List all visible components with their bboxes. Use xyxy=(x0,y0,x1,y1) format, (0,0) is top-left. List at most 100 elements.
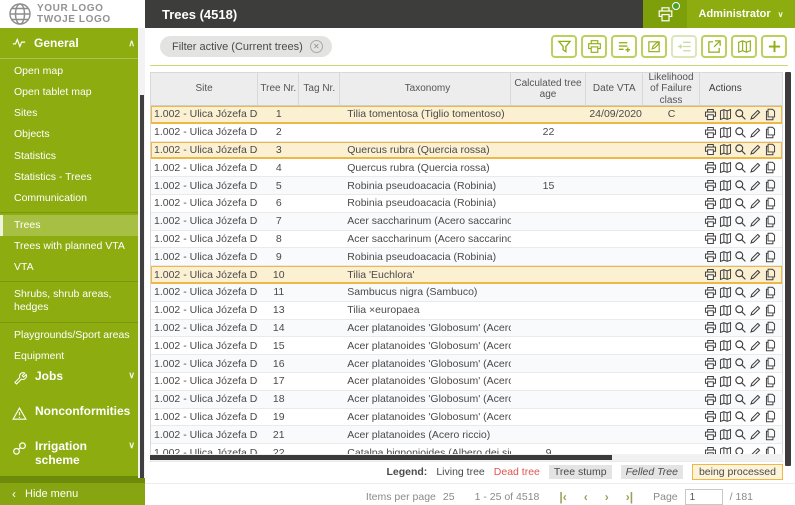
user-menu-button[interactable]: Administrator ∨ xyxy=(687,0,795,28)
table-row[interactable]: 1.002 - Ulica Józefa Dietla 21 Acer platan… xyxy=(151,426,782,445)
horizontal-scrollbar[interactable] xyxy=(150,454,783,461)
action-map-icon[interactable] xyxy=(719,250,732,263)
action-print-icon[interactable] xyxy=(704,321,717,334)
column-header-tag-nr-[interactable]: Tag Nr. xyxy=(299,73,341,105)
action-map-icon[interactable] xyxy=(719,428,732,441)
toolbar-filter-icon[interactable] xyxy=(551,35,577,58)
action-copy-icon[interactable] xyxy=(764,321,777,334)
table-row[interactable]: 1.002 - Ulica Józefa Dietla 10 Tilia 'Euch… xyxy=(151,266,782,284)
table-row[interactable]: 1.002 - Ulica Józefa Dietla 19 Acer platan… xyxy=(151,408,782,427)
column-header-actions[interactable]: Actions xyxy=(700,73,782,105)
action-copy-icon[interactable] xyxy=(764,375,777,388)
sidebar-item-open-map[interactable]: Open map xyxy=(0,61,138,82)
horizontal-scrollbar-thumb[interactable] xyxy=(150,455,613,460)
toolbar-add-row-icon[interactable] xyxy=(611,35,637,58)
action-pencil-icon[interactable] xyxy=(749,232,762,245)
action-zoom-icon[interactable] xyxy=(734,321,747,334)
action-map-icon[interactable] xyxy=(719,393,732,406)
table-row[interactable]: 1.002 - Ulica Józefa Dietla 3 Quercus rubr… xyxy=(151,141,782,160)
action-print-icon[interactable] xyxy=(704,108,717,121)
sidebar-item-statistics-trees[interactable]: Statistics - Trees xyxy=(0,167,138,188)
sidebar-item-sites[interactable]: Sites xyxy=(0,103,138,124)
action-map-icon[interactable] xyxy=(719,179,732,192)
table-row[interactable]: 1.002 - Ulica Józefa Dietla 6 Robinia pseu… xyxy=(151,194,782,213)
column-header-taxonomy[interactable]: Taxonomy xyxy=(340,73,511,105)
action-copy-icon[interactable] xyxy=(764,410,777,423)
sidebar-section-jobs[interactable]: Jobs ∨ xyxy=(0,362,145,397)
action-pencil-icon[interactable] xyxy=(749,410,762,423)
action-zoom-icon[interactable] xyxy=(734,339,747,352)
table-row[interactable]: 1.002 - Ulica Józefa Dietla 1 Tilia toment… xyxy=(151,106,782,124)
action-copy-icon[interactable] xyxy=(764,339,777,352)
action-zoom-icon[interactable] xyxy=(734,410,747,423)
items-per-page-value[interactable]: 25 xyxy=(443,491,455,503)
table-row[interactable]: 1.002 - Ulica Józefa Dietla 18 Acer platan… xyxy=(151,390,782,409)
action-zoom-icon[interactable] xyxy=(734,108,747,121)
action-map-icon[interactable] xyxy=(719,215,732,228)
column-header-date-vta[interactable]: Date VTA xyxy=(586,73,644,105)
action-pencil-icon[interactable] xyxy=(749,339,762,352)
table-row[interactable]: 1.002 - Ulica Józefa Dietla 9 Robinia pseu… xyxy=(151,248,782,267)
next-page-button[interactable]: › xyxy=(605,490,609,504)
toolbar-insert-row-icon[interactable] xyxy=(671,35,697,58)
action-copy-icon[interactable] xyxy=(764,143,777,156)
active-filter-chip[interactable]: Filter active (Current trees) ✕ xyxy=(160,36,332,57)
sidebar-item-shrubs-shrub-areas-hedges[interactable]: Shrubs, shrub areas, hedges xyxy=(0,284,138,318)
action-pencil-icon[interactable] xyxy=(749,321,762,334)
action-zoom-icon[interactable] xyxy=(734,143,747,156)
column-header-site[interactable]: Site xyxy=(151,73,259,105)
action-print-icon[interactable] xyxy=(704,357,717,370)
action-pencil-icon[interactable] xyxy=(749,126,762,139)
table-row[interactable]: 1.002 - Ulica Józefa Dietla 14 Acer platan… xyxy=(151,319,782,338)
sidebar-section-irrigation-scheme[interactable]: Irrigation scheme ∨ xyxy=(0,432,145,476)
action-zoom-icon[interactable] xyxy=(734,215,747,228)
table-row[interactable]: 1.002 - Ulica Józefa Dietla 8 Acer sacchar… xyxy=(151,230,782,249)
toolbar-export-icon[interactable] xyxy=(701,35,727,58)
table-row[interactable]: 1.002 - Ulica Józefa Dietla 15 Acer platan… xyxy=(151,337,782,356)
remove-filter-icon[interactable]: ✕ xyxy=(309,40,323,53)
table-row[interactable]: 1.002 - Ulica Józefa Dietla222 xyxy=(151,123,782,142)
table-row[interactable]: 1.002 - Ulica Józefa Dietla 4 Quercus rubr… xyxy=(151,159,782,178)
action-zoom-icon[interactable] xyxy=(734,126,747,139)
sidebar-item-open-tablet-map[interactable]: Open tablet map xyxy=(0,82,138,103)
action-map-icon[interactable] xyxy=(719,339,732,352)
action-pencil-icon[interactable] xyxy=(749,357,762,370)
action-print-icon[interactable] xyxy=(704,161,717,174)
sidebar-item-communication[interactable]: Communication xyxy=(0,188,138,209)
action-print-icon[interactable] xyxy=(704,410,717,423)
action-pencil-icon[interactable] xyxy=(749,161,762,174)
action-map-icon[interactable] xyxy=(719,321,732,334)
sidebar-item-statistics[interactable]: Statistics xyxy=(0,146,138,167)
action-map-icon[interactable] xyxy=(719,357,732,370)
action-print-icon[interactable] xyxy=(704,339,717,352)
action-map-icon[interactable] xyxy=(719,232,732,245)
action-print-icon[interactable] xyxy=(704,126,717,139)
action-pencil-icon[interactable] xyxy=(749,375,762,388)
action-print-icon[interactable] xyxy=(704,428,717,441)
action-pencil-icon[interactable] xyxy=(749,304,762,317)
action-map-icon[interactable] xyxy=(719,161,732,174)
last-page-button[interactable]: ›| xyxy=(626,490,633,504)
action-copy-icon[interactable] xyxy=(764,304,777,317)
hide-menu-button[interactable]: ‹ Hide menu xyxy=(0,476,145,505)
action-copy-icon[interactable] xyxy=(764,268,777,281)
action-map-icon[interactable] xyxy=(719,286,732,299)
action-copy-icon[interactable] xyxy=(764,428,777,441)
action-print-icon[interactable] xyxy=(704,268,717,281)
action-print-icon[interactable] xyxy=(704,250,717,263)
action-zoom-icon[interactable] xyxy=(734,375,747,388)
action-map-icon[interactable] xyxy=(719,126,732,139)
action-zoom-icon[interactable] xyxy=(734,232,747,245)
table-row[interactable]: 1.002 - Ulica Józefa Dietla 17 Acer platan… xyxy=(151,372,782,391)
action-map-icon[interactable] xyxy=(719,410,732,423)
sidebar-section-general[interactable]: General ∧ xyxy=(0,28,145,59)
sidebar-scrollbar-thumb[interactable] xyxy=(140,95,144,478)
table-row[interactable]: 1.002 - Ulica Józefa Dietla 13 Tilia ×euro… xyxy=(151,301,782,320)
action-zoom-icon[interactable] xyxy=(734,179,747,192)
action-map-icon[interactable] xyxy=(719,375,732,388)
toolbar-edit-icon[interactable] xyxy=(641,35,667,58)
action-zoom-icon[interactable] xyxy=(734,393,747,406)
action-print-icon[interactable] xyxy=(704,393,717,406)
action-zoom-icon[interactable] xyxy=(734,286,747,299)
action-pencil-icon[interactable] xyxy=(749,393,762,406)
